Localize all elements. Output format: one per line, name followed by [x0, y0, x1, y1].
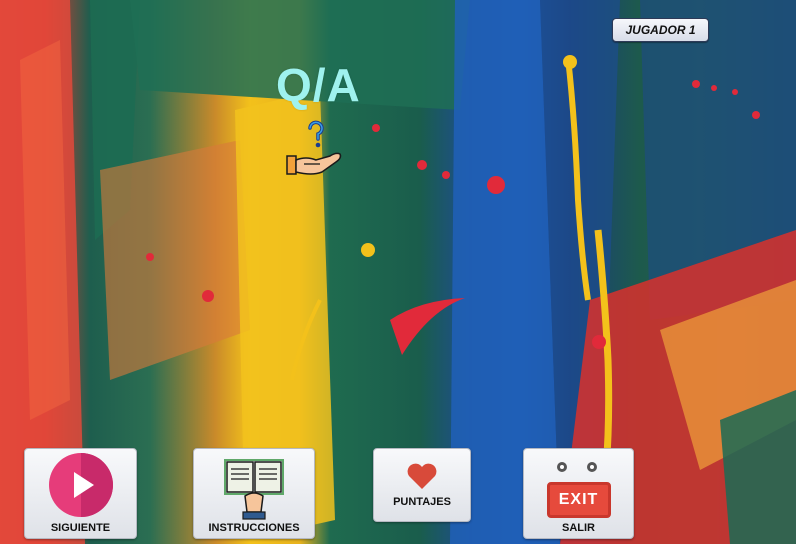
instructions-button[interactable]: INSTRUCCIONES	[193, 448, 315, 539]
instructions-button-label: INSTRUCCIONES	[208, 522, 300, 534]
play-icon	[48, 453, 113, 517]
exit-button-label: SALIR	[562, 522, 595, 534]
scores-button-label: PUNTAJES	[393, 496, 451, 508]
exit-sign-icon: EXIT	[546, 462, 611, 518]
scores-button[interactable]: PUNTAJES	[373, 448, 471, 522]
exit-button[interactable]: EXIT SALIR	[523, 448, 634, 539]
next-button[interactable]: SIGUIENTE	[24, 448, 137, 539]
exit-sign-text: EXIT	[558, 491, 599, 508]
next-button-label: SIGUIENTE	[50, 522, 111, 534]
page-title: Q/A	[276, 59, 361, 111]
question-hand-icon	[286, 120, 342, 175]
player-badge: JUGADOR 1	[612, 18, 709, 42]
heart-icon	[407, 463, 437, 489]
book-hand-icon	[224, 459, 284, 520]
